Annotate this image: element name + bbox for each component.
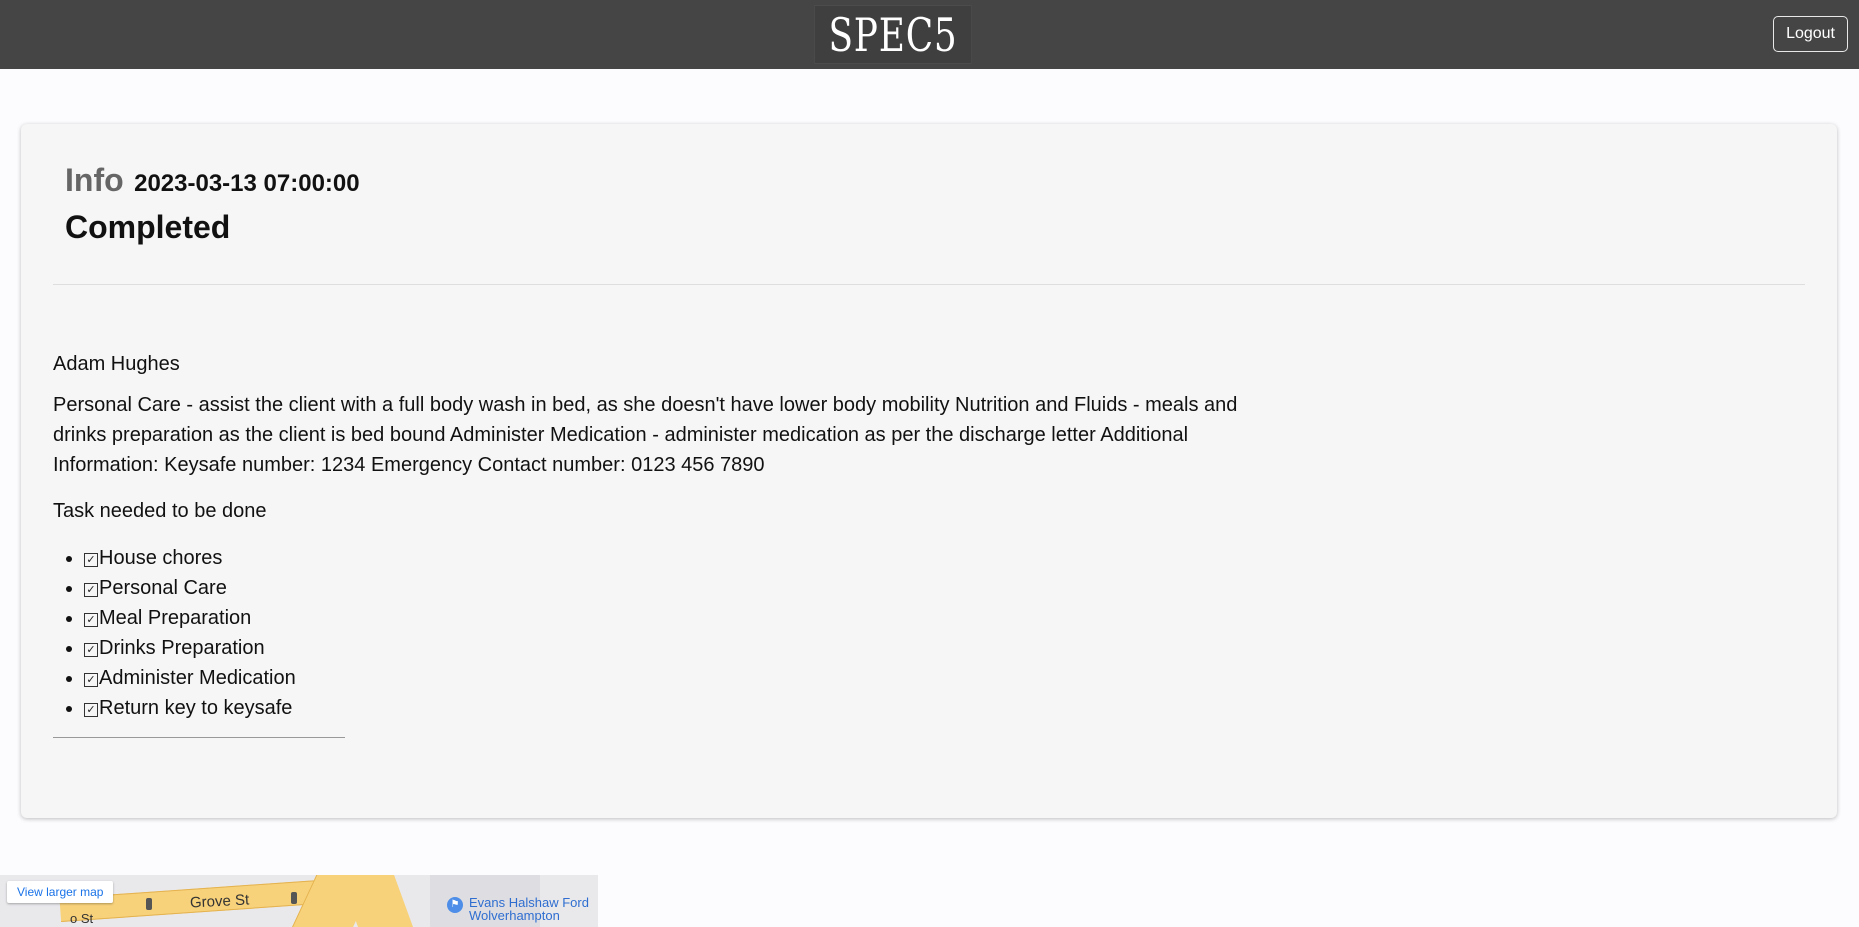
checkbox-checked-icon: ✓ (84, 643, 98, 657)
task-list: ✓House chores ✓Personal Care ✓Meal Prepa… (53, 543, 296, 723)
task-item: ✓House chores (84, 543, 296, 573)
tasks-title: Task needed to be done (53, 500, 267, 522)
care-description: Personal Care - assist the client with a… (53, 394, 1238, 476)
client-name: Adam Hughes (53, 353, 180, 375)
task-label: Return key to keysafe (99, 697, 293, 719)
checkbox-checked-icon: ✓ (84, 703, 98, 717)
traffic-light-icon (291, 892, 297, 904)
checkbox-checked-icon: ✓ (84, 673, 98, 687)
task-label: House chores (99, 547, 223, 569)
spec5-logo[interactable]: SPEC5 (814, 5, 972, 64)
embedded-map[interactable]: Grove St o St View larger map ⚑ Evans Ha… (0, 875, 598, 927)
shopping-bag-icon[interactable]: ⚑ (447, 897, 463, 913)
map-street-label: o St (70, 911, 94, 926)
poi-locality: Wolverhampton (469, 908, 560, 923)
checkbox-checked-icon: ✓ (84, 583, 98, 597)
visit-info-card: Info 2023-03-13 07:00:00 Completed Adam … (21, 124, 1837, 818)
top-navbar: SPEC5 Logout (0, 0, 1859, 69)
map-street-label: Grove St (189, 891, 250, 912)
visit-datetime: 2023-03-13 07:00:00 (134, 170, 360, 197)
task-item: ✓Personal Care (84, 573, 296, 603)
task-item: ✓Administer Medication (84, 663, 296, 693)
task-item: ✓Meal Preparation (84, 603, 296, 633)
task-item: ✓Drinks Preparation (84, 633, 296, 663)
task-label: Meal Preparation (99, 607, 252, 629)
task-item: ✓Return key to keysafe (84, 693, 296, 723)
visit-status: Completed (65, 209, 231, 245)
info-heading: Info 2023-03-13 07:00:00 (65, 162, 360, 199)
task-label: Drinks Preparation (99, 637, 265, 659)
task-label: Administer Medication (99, 667, 296, 689)
info-label: Info (65, 162, 124, 198)
view-larger-map-link[interactable]: View larger map (7, 881, 114, 903)
checkbox-checked-icon: ✓ (84, 613, 98, 627)
section-divider (53, 284, 1805, 285)
task-list-rule (53, 737, 345, 738)
task-label: Personal Care (99, 577, 227, 599)
logout-button[interactable]: Logout (1773, 16, 1848, 52)
traffic-light-icon (146, 898, 152, 910)
map-poi-label[interactable]: Evans Halshaw Ford Wolverhampton (469, 896, 589, 922)
checkbox-checked-icon: ✓ (84, 553, 98, 567)
